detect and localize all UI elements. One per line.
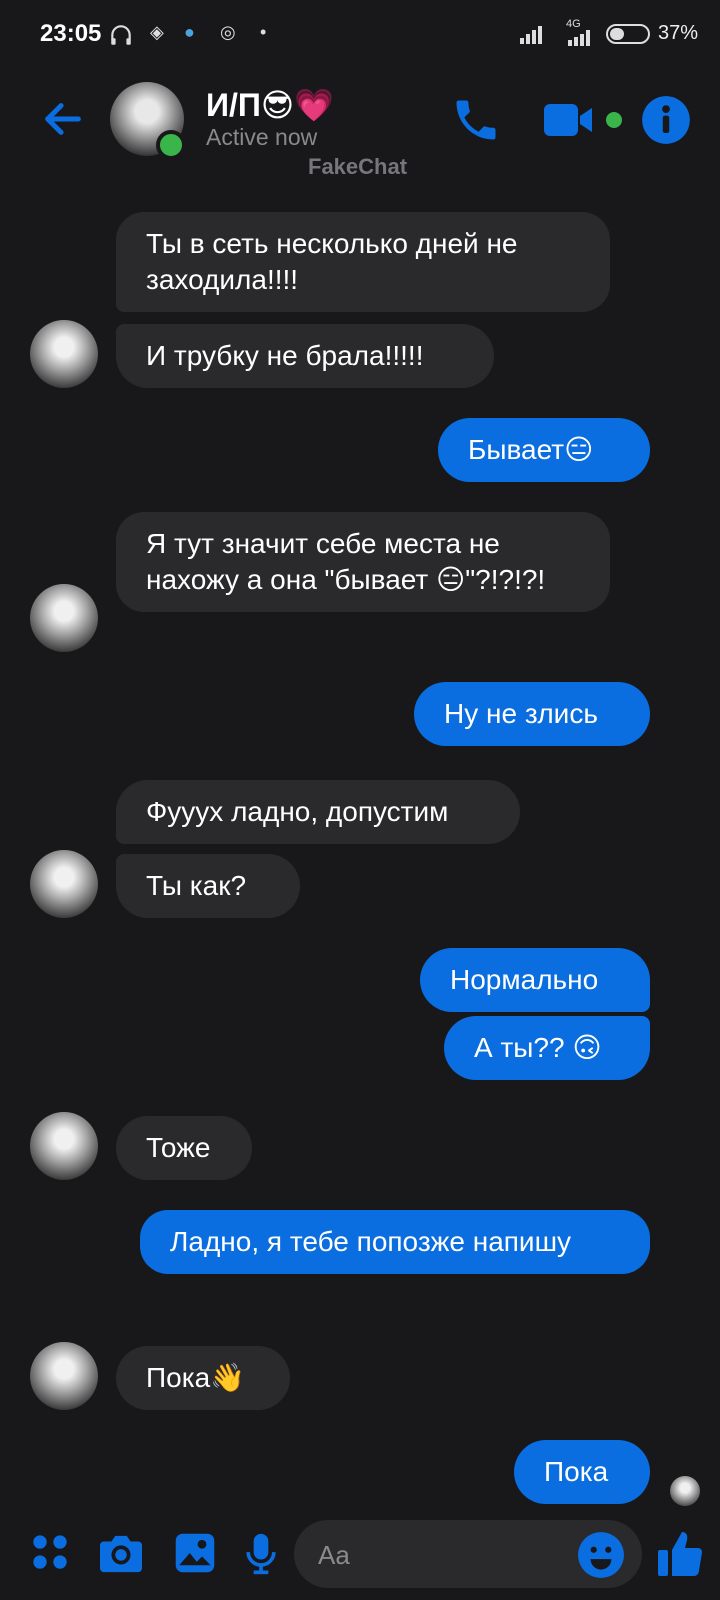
- message-incoming[interactable]: Ты в сеть несколько дней не заходила!!!!: [116, 212, 610, 312]
- contact-name[interactable]: И/П😎💗: [206, 86, 334, 124]
- message-incoming[interactable]: Ты как?: [116, 854, 300, 918]
- message-incoming[interactable]: Фууух ладно, допустим: [116, 780, 520, 844]
- video-call-icon[interactable]: [542, 94, 598, 146]
- gallery-icon[interactable]: [174, 1532, 216, 1574]
- dot-icon: •: [260, 22, 267, 42]
- camera-icon[interactable]: [98, 1532, 144, 1574]
- network-label: 4G: [566, 18, 581, 30]
- message-input-placeholder: Aa: [318, 1540, 350, 1570]
- emoji-icon[interactable]: [576, 1530, 626, 1580]
- signal-4g-icon: [568, 30, 590, 46]
- message-outgoing[interactable]: Ну не злись: [414, 682, 650, 746]
- message-outgoing[interactable]: Ладно, я тебе попозже напишу: [140, 1210, 650, 1274]
- read-receipt-avatar: [670, 1476, 700, 1506]
- microphone-icon[interactable]: [244, 1532, 278, 1576]
- like-icon[interactable]: [656, 1528, 704, 1580]
- watermark: FakeChat: [308, 154, 408, 179]
- message-outgoing[interactable]: А ты?? 🙃: [444, 1016, 650, 1080]
- sender-avatar: [30, 320, 98, 388]
- battery-level: 37%: [657, 22, 698, 44]
- signal-icon: [520, 26, 542, 44]
- contact-status: Active now: [206, 124, 318, 150]
- headphones-icon: [111, 25, 131, 45]
- app-icon: ◎: [220, 22, 236, 42]
- sender-avatar: [30, 1112, 98, 1180]
- message-incoming[interactable]: И трубку не брала!!!!!: [116, 324, 494, 388]
- sender-avatar: [30, 584, 98, 652]
- message-incoming[interactable]: Тоже: [116, 1116, 252, 1180]
- info-icon[interactable]: [640, 94, 692, 146]
- app-icon: ◈: [150, 22, 164, 42]
- menu-dots-icon[interactable]: [30, 1532, 70, 1572]
- phone-icon[interactable]: [450, 94, 502, 146]
- message-incoming[interactable]: Я тут значит себе места не нахожу а она …: [116, 512, 610, 612]
- online-indicator: [156, 130, 186, 160]
- battery-icon: [606, 24, 650, 44]
- telegram-icon: ●: [184, 22, 195, 42]
- message-outgoing[interactable]: Пока: [514, 1440, 650, 1504]
- status-bar: 23:05 ◈ ● ◎ • 4G 37%: [0, 0, 720, 70]
- back-arrow-icon[interactable]: [40, 96, 86, 142]
- status-time: 23:05: [40, 20, 102, 47]
- message-outgoing[interactable]: Нормально: [420, 948, 650, 1012]
- message-outgoing[interactable]: Бывает😑: [438, 418, 650, 482]
- sender-avatar: [30, 850, 98, 918]
- message-incoming[interactable]: Пока👋: [116, 1346, 290, 1410]
- sender-avatar: [30, 1342, 98, 1410]
- video-active-dot: [606, 112, 622, 128]
